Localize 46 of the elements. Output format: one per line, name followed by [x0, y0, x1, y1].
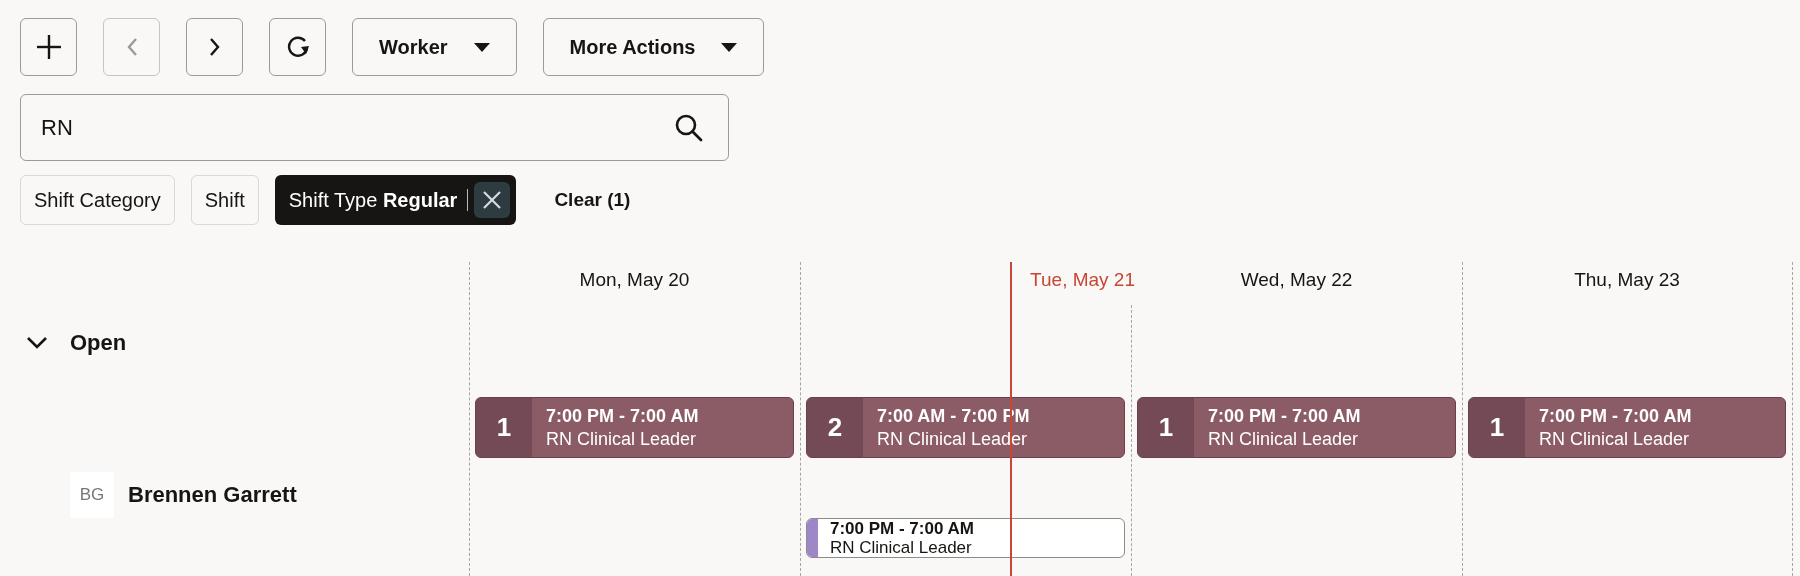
chevron-down-icon[interactable]: [26, 335, 48, 350]
refresh-icon: [286, 36, 309, 58]
open-shift-card[interactable]: 1 7:00 PM - 7:00 AM RN Clinical Leader: [475, 397, 794, 458]
avatar: BG: [70, 472, 114, 518]
shift-role: RN Clinical Leader: [877, 427, 1029, 451]
chevron-right-icon: [209, 38, 220, 56]
search-input[interactable]: RN: [41, 111, 674, 144]
shift-role: RN Clinical Leader: [1539, 427, 1691, 451]
caret-down-icon: [721, 42, 738, 52]
shift-count: 1: [476, 398, 532, 457]
column-header: Wed, May 22: [1240, 268, 1353, 292]
open-shift-card[interactable]: 1 7:00 PM - 7:00 AM RN Clinical Leader: [1137, 397, 1456, 458]
worker-name: Brennen Garrett: [128, 481, 297, 509]
column-header: Mon, May 20: [579, 268, 690, 292]
plus-icon: [36, 35, 61, 59]
menu-button[interactable]: Worker: [352, 18, 517, 76]
chevron-left-icon: [126, 38, 137, 56]
close-icon: [482, 190, 503, 210]
search-field[interactable]: RN: [20, 94, 729, 161]
assigned-shift-card[interactable]: 7:00 PM - 7:00 AM RN Clinical Leader: [806, 518, 1125, 558]
clear-filters-link[interactable]: Clear (1): [554, 185, 631, 215]
column-header: Thu, May 23: [1574, 268, 1680, 292]
shift-time: 7:00 PM - 7:00 AM: [830, 519, 974, 538]
filter-chip[interactable]: Shift: [190, 175, 259, 225]
shift-time: 7:00 PM - 7:00 AM: [1208, 404, 1361, 428]
open-shift-card[interactable]: 1 7:00 PM - 7:00 AM RN Clinical Leader: [1468, 397, 1786, 458]
shift-time: 7:00 PM - 7:00 AM: [546, 404, 699, 428]
search-icon[interactable]: [674, 112, 704, 143]
shift-role: RN Clinical Leader: [1208, 427, 1360, 451]
shift-role: RN Clinical Leader: [830, 538, 973, 557]
shift-count: 2: [807, 398, 863, 457]
column-header: Tue, May 21: [1030, 268, 1135, 292]
remove-filter-button[interactable]: [474, 182, 511, 218]
group-label: Open: [70, 329, 127, 357]
shift-time: 7:00 PM - 7:00 AM: [1539, 404, 1692, 428]
shift-count: 1: [1469, 398, 1525, 457]
shift-role: RN Clinical Leader: [546, 427, 698, 451]
menu-button[interactable]: More Actions: [542, 18, 765, 76]
filter-chip-label: Shift Type Regular: [288, 188, 458, 213]
add-button[interactable]: [20, 18, 77, 76]
filter-chip[interactable]: Shift Type Regular: [274, 175, 517, 225]
caret-down-icon: [473, 42, 490, 52]
next-button[interactable]: [186, 18, 243, 76]
refresh-button[interactable]: [269, 18, 326, 76]
shift-count: 1: [1138, 398, 1194, 457]
filter-chip[interactable]: Shift Category: [20, 175, 175, 225]
